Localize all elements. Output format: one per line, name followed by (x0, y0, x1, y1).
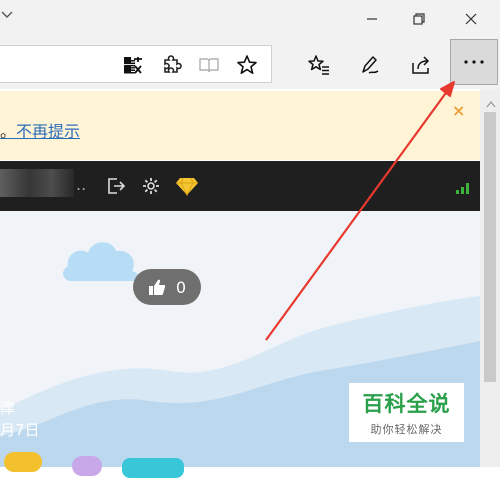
watermark-logo: 百科全说 助你轻松解决 (349, 383, 464, 442)
badge-icon (72, 456, 102, 476)
chevron-down-icon[interactable] (0, 8, 14, 26)
scroll-up-icon[interactable] (486, 97, 496, 111)
thumbs-up-icon (148, 279, 166, 295)
page-header-bar: .. (0, 161, 480, 211)
favorites-hub-icon[interactable] (306, 52, 332, 78)
diamond-icon[interactable] (175, 176, 199, 200)
favorite-star-icon[interactable] (234, 52, 260, 78)
notice-text: 。不再提示 (0, 118, 80, 142)
more-icon (464, 60, 484, 64)
reading-view-icon[interactable] (196, 52, 222, 78)
teal-badge-icon (122, 458, 184, 478)
location-fragment: 津 (0, 399, 16, 417)
dots-text: .. (76, 175, 87, 194)
title-bar (0, 0, 500, 37)
logo-subtitle: 助你轻松解决 (370, 423, 443, 436)
avatar-blurred (0, 169, 74, 197)
date-fragment: 月7日 (0, 421, 40, 439)
pen-notes-icon[interactable] (357, 52, 383, 78)
scrollbar-thumb[interactable] (484, 112, 496, 382)
dont-show-again-link[interactable]: 不再提示 (16, 122, 80, 141)
translate-icon[interactable]: ䷀ (120, 52, 146, 78)
logo-title: 百科全说 (362, 392, 451, 416)
minimize-button[interactable] (349, 0, 395, 37)
notice-prefix: 。 (0, 122, 17, 141)
like-button[interactable]: 0 (133, 269, 201, 305)
gear-icon[interactable] (141, 176, 161, 200)
extension-icon[interactable] (158, 52, 184, 78)
logout-icon[interactable] (106, 176, 126, 200)
bottom-icons-partial (0, 448, 200, 478)
like-count: 0 (175, 277, 187, 297)
share-icon[interactable] (408, 52, 434, 78)
close-notification-button[interactable]: × (452, 101, 465, 120)
restore-button[interactable] (396, 0, 442, 37)
signal-icon (456, 179, 470, 198)
location-date-fragment: 津 月7日 (0, 397, 40, 441)
more-actions-button[interactable] (450, 39, 498, 85)
coin-icon (4, 452, 42, 472)
close-window-button[interactable] (448, 0, 494, 37)
